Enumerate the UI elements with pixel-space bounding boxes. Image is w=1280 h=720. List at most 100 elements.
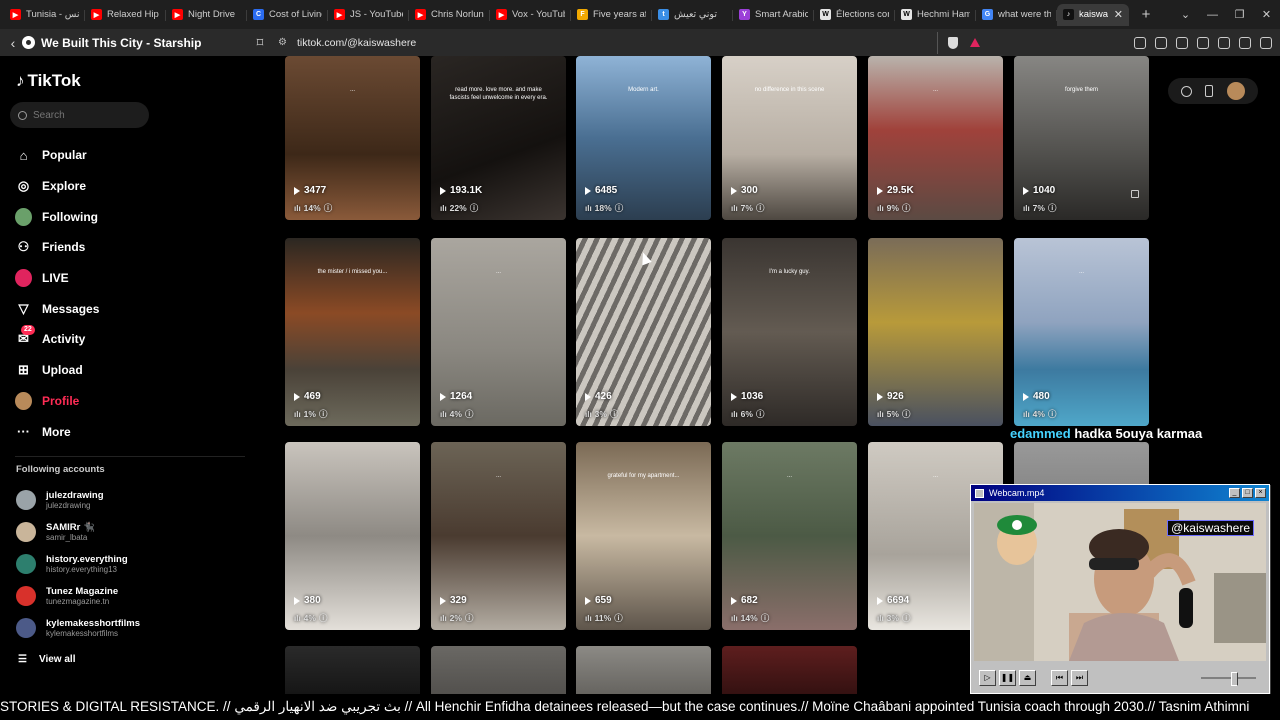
video-thumbnail[interactable] (722, 646, 857, 696)
info-icon[interactable]: ⓘ (761, 612, 770, 624)
restore-button[interactable]: ❐ (1226, 8, 1253, 21)
search-box[interactable] (10, 102, 149, 128)
video-thumbnail[interactable]: ... 1264 ılı 4% ⓘ (431, 238, 566, 426)
video-thumbnail[interactable]: 426 ılı 3% ⓘ (576, 238, 711, 426)
device-icon[interactable] (1205, 85, 1214, 97)
info-icon[interactable]: ⓘ (470, 202, 479, 214)
browser-tab[interactable]: ♪ kaiswa ✕ (1057, 3, 1129, 26)
following-account[interactable]: Tunez Magazine tunezmagazine.tn (16, 580, 140, 612)
close-window-button[interactable]: ✕ (1253, 8, 1280, 21)
browser-tab[interactable]: Y Smart Arabic (733, 4, 814, 26)
video-thumbnail[interactable] (285, 646, 420, 696)
sidebar-item-friends[interactable]: ⚇ Friends (15, 232, 265, 263)
new-tab-button[interactable]: + (1135, 6, 1157, 23)
tiktok-logo[interactable]: ♪ TikTok (16, 71, 81, 91)
minimize-button[interactable]: — (1199, 9, 1226, 21)
tab-close-icon[interactable]: ✕ (1114, 8, 1123, 21)
info-icon[interactable]: ⓘ (902, 612, 911, 624)
back-icon[interactable]: ‹ (4, 35, 22, 51)
following-account[interactable]: julezdrawing julezdrawing (16, 484, 140, 516)
vpn-icon[interactable] (1239, 36, 1251, 49)
sidebar-item-live[interactable]: LIVE (15, 263, 265, 294)
browser-tab[interactable]: Gwhat were th (976, 4, 1057, 26)
video-thumbnail[interactable]: ... 3477 ılı 14% ⓘ (285, 56, 420, 220)
video-thumbnail[interactable]: grateful for my apartment... 659 ılı 11% ⓘ (576, 442, 711, 630)
info-icon[interactable]: ⓘ (614, 612, 623, 624)
info-icon[interactable]: ⓘ (902, 202, 911, 214)
coin-icon[interactable] (1180, 85, 1192, 97)
sidebar-item-explore[interactable]: ◎ Explore (15, 171, 265, 202)
view-all-button[interactable]: ☰ View all (18, 654, 75, 665)
browser-tab[interactable]: ▶ Tunisia - تونس (4, 4, 85, 26)
webcam-close-button[interactable]: × (1255, 488, 1266, 498)
search-input[interactable] (33, 109, 133, 121)
info-icon[interactable]: ⓘ (615, 202, 624, 214)
prev-button[interactable]: ⏮ (1051, 670, 1068, 686)
info-icon[interactable]: ⓘ (465, 408, 474, 420)
video-thumbnail[interactable]: forgive them 1040 ılı 7% ⓘ (1014, 56, 1149, 220)
sidebar-icon[interactable] (1176, 36, 1188, 49)
volume-slider[interactable] (1201, 672, 1256, 686)
bookmark-icon[interactable]: ⌑ (250, 35, 270, 51)
following-account[interactable]: kylemakesshortfilms kylemakesshortfilms (16, 612, 140, 644)
video-thumbnail[interactable]: ... 480 ılı 4% ⓘ (1014, 238, 1149, 426)
rewards-icon[interactable] (970, 38, 980, 47)
browser-tab[interactable]: ▶ Night Drive (166, 4, 247, 26)
browser-tab[interactable]: W Élections con (814, 4, 895, 26)
video-thumbnail[interactable]: ... 29.5K ılı 9% ⓘ (868, 56, 1003, 220)
sidebar-item-following[interactable]: Following (15, 201, 265, 232)
video-thumbnail[interactable]: 380 ılı 4% ⓘ (285, 442, 420, 630)
following-account[interactable]: SAMIRr 🐈‍⬛ samir_lbata (16, 516, 140, 548)
video-thumbnail[interactable]: Modern art. 6485 ılı 18% ⓘ (576, 56, 711, 220)
now-playing[interactable]: We Built This City - Starship (22, 36, 250, 50)
info-icon[interactable]: ⓘ (902, 408, 911, 420)
sidebar-item-popular[interactable]: ⌂ Popular (15, 140, 265, 171)
play-button[interactable]: ▷ (979, 670, 996, 686)
browser-tab[interactable]: ▶ Chris Norlun (409, 4, 490, 26)
info-icon[interactable]: ⓘ (1048, 408, 1057, 420)
pause-button[interactable]: ❚❚ (999, 670, 1016, 686)
video-thumbnail[interactable] (576, 646, 711, 696)
share-icon[interactable] (1218, 36, 1230, 49)
sidebar-item-activity[interactable]: ✉ 22 Activity (15, 324, 265, 355)
sidebar-item-profile[interactable]: Profile (15, 386, 265, 417)
video-thumbnail[interactable]: 926 ılı 5% ⓘ (868, 238, 1003, 426)
tab-list-icon[interactable]: ⌄ (1172, 8, 1199, 21)
brave-shield-icon[interactable] (948, 36, 958, 49)
wallet-icon[interactable] (1197, 36, 1209, 49)
info-icon[interactable]: ⓘ (319, 408, 328, 420)
menu-icon[interactable] (1260, 36, 1272, 49)
browser-tab[interactable]: F Five years aft (571, 4, 652, 26)
browser-tab[interactable]: ▶ Relaxed Hip (85, 4, 166, 26)
video-thumbnail[interactable]: read more. love more. and make fascists … (431, 56, 566, 220)
info-icon[interactable]: ⓘ (324, 202, 333, 214)
sidebar-item-messages[interactable]: ▽ Messages (15, 293, 265, 324)
webcam-maximize-button[interactable]: □ (1242, 488, 1253, 498)
eject-button[interactable]: ⏏ (1019, 670, 1036, 686)
video-thumbnail[interactable]: I'm a lucky guy. 1036 ılı 6% ⓘ (722, 238, 857, 426)
sidebar-item-upload[interactable]: ⊞ Upload (15, 355, 265, 386)
video-thumbnail[interactable]: ... 329 ılı 2% ⓘ (431, 442, 566, 630)
video-thumbnail[interactable]: the mister / i missed you... 469 ılı 1% ⓘ (285, 238, 420, 426)
info-icon[interactable]: ⓘ (1048, 202, 1057, 214)
following-account[interactable]: history.everything history.everything13 (16, 548, 140, 580)
site-info-icon[interactable]: ⚙ (278, 37, 287, 48)
video-thumbnail[interactable] (431, 646, 566, 696)
webcam-titlebar[interactable]: Webcam.mp4 _ □ × (971, 485, 1269, 501)
browser-tab[interactable]: C Cost of Living (247, 4, 328, 26)
browser-tab[interactable]: t توني تعيش (652, 4, 733, 26)
sidebar-item-more[interactable]: ··· More (15, 416, 265, 447)
browser-tab[interactable]: ▶ Vox - YouTub (490, 4, 571, 26)
info-icon[interactable]: ⓘ (756, 202, 765, 214)
music-icon[interactable] (1155, 36, 1167, 49)
info-icon[interactable]: ⓘ (319, 612, 328, 624)
info-icon[interactable]: ⓘ (465, 612, 474, 624)
webcam-minimize-button[interactable]: _ (1229, 488, 1240, 498)
info-icon[interactable]: ⓘ (610, 408, 619, 420)
url-field[interactable]: ⚙ tiktok.com/@kaiswashere (278, 31, 938, 54)
extension-icon[interactable] (1134, 36, 1146, 49)
webcam-window[interactable]: Webcam.mp4 _ □ × @kaiswashere ▷ ❚❚ ⏏ ⏮ ⏭ (970, 484, 1270, 694)
browser-tab[interactable]: W Hechmi Ham (895, 4, 976, 26)
video-thumbnail[interactable]: no difference in this scene 300 ılı 7% ⓘ (722, 56, 857, 220)
browser-tab[interactable]: ▶ JS - YouTube (328, 4, 409, 26)
